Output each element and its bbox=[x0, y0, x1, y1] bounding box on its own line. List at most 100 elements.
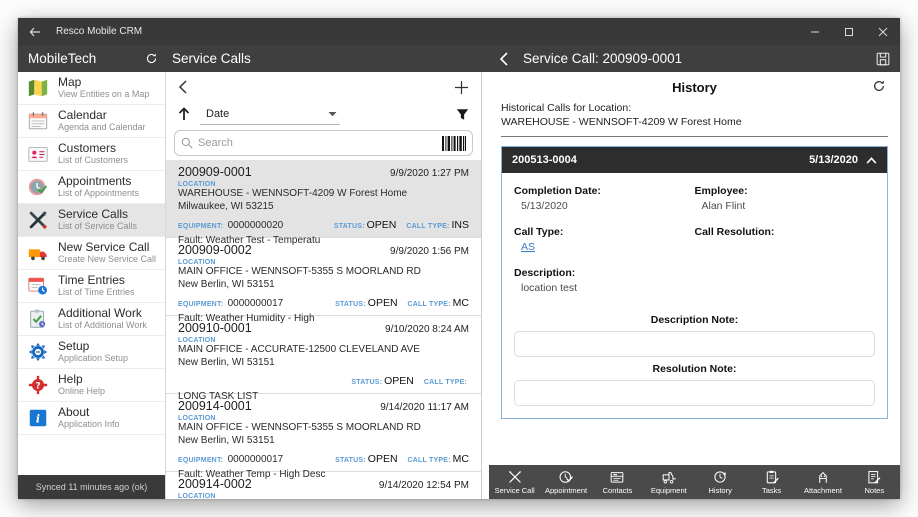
call-id: 200914-0001 bbox=[178, 399, 252, 413]
save-button[interactable] bbox=[876, 52, 890, 66]
sidebar-item-calendar[interactable]: CalendarAgenda and Calendar bbox=[18, 105, 165, 138]
sort-up-arrow-icon bbox=[178, 107, 190, 121]
sidebar-item-label: Service Calls bbox=[58, 208, 137, 221]
toolbar-label: Service Call bbox=[495, 486, 535, 495]
service-call-row[interactable]: 200909-00019/9/2020 1:27 PM LOCATION WAR… bbox=[166, 160, 481, 238]
sidebar-item-service-calls[interactable]: Service CallsList of Service Calls bbox=[18, 204, 165, 237]
sidebar-item-new-service-call[interactable]: New Service CallCreate New Service Call bbox=[18, 237, 165, 270]
filter-button[interactable] bbox=[456, 108, 469, 121]
sync-refresh-button[interactable] bbox=[145, 52, 158, 65]
window-title: Resco Mobile CRM bbox=[56, 26, 798, 37]
service-call-row[interactable]: 200910-00019/10/2020 8:24 AM LOCATION MA… bbox=[166, 316, 481, 394]
search-input[interactable] bbox=[198, 137, 442, 149]
panel-gutter bbox=[482, 72, 489, 499]
toolbar-appointment[interactable]: Appointment bbox=[540, 465, 591, 499]
status-value: OPEN bbox=[384, 375, 414, 387]
service-call-tools-icon bbox=[507, 469, 523, 485]
sidebar-item-map[interactable]: MapView Entities on a Map bbox=[18, 72, 165, 105]
history-refresh-button[interactable] bbox=[872, 79, 886, 93]
description-note-input[interactable] bbox=[514, 331, 875, 357]
call-datetime: 9/9/2020 1:27 PM bbox=[390, 168, 469, 179]
close-button[interactable] bbox=[866, 18, 900, 45]
add-service-call-button[interactable] bbox=[454, 80, 469, 95]
search-icon bbox=[181, 137, 193, 149]
sidebar-item-sublabel: View Entities on a Map bbox=[58, 89, 149, 100]
toolbar-label: Appointment bbox=[545, 486, 587, 495]
main-area: MapView Entities on a Map CalendarAgenda… bbox=[18, 72, 900, 499]
app-window: Resco Mobile CRM MobileTech Service Call… bbox=[18, 18, 900, 499]
sidebar-item-sublabel: Online Help bbox=[58, 386, 105, 397]
toolbar-label: Tasks bbox=[762, 486, 781, 495]
sort-field-value: Date bbox=[206, 108, 229, 120]
call-datetime: 9/10/2020 8:24 AM bbox=[385, 324, 469, 335]
service-calls-list-panel: Date 200909-0001 9/9/2020 1:27 PM LOCATIO… bbox=[166, 72, 482, 499]
toolbar-history[interactable]: History bbox=[695, 465, 746, 499]
minimize-button[interactable] bbox=[798, 18, 832, 45]
barcode-scan-icon[interactable] bbox=[442, 136, 466, 151]
equipment-forklift-icon bbox=[661, 469, 677, 485]
service-call-row[interactable]: 200914-00019/14/2020 11:17 AM LOCATION M… bbox=[166, 394, 481, 472]
toolbar-attachment[interactable]: Attachment bbox=[797, 465, 848, 499]
sidebar-item-customers[interactable]: CustomersList of Customers bbox=[18, 138, 165, 171]
chevron-up-icon bbox=[866, 157, 877, 164]
status-label: STATUS: bbox=[335, 301, 366, 308]
refresh-icon bbox=[872, 79, 886, 93]
location-label: LOCATION bbox=[178, 181, 469, 188]
list-header bbox=[166, 72, 481, 102]
sidebar-item-label: Setup bbox=[58, 340, 128, 353]
sidebar-item-time-entries[interactable]: Time EntriesList of Time Entries bbox=[18, 270, 165, 303]
detail-toolbar: Service Call Appointment Contacts Equipm… bbox=[489, 465, 900, 499]
historical-calls-location: WAREHOUSE - WENNSOFT-4209 W Forest Home bbox=[501, 116, 888, 130]
history-card-body: Completion Date: 5/13/2020 Employee: Ala… bbox=[502, 173, 887, 418]
call-type-label: CALL TYPE: bbox=[424, 379, 467, 386]
sidebar-item-label: Help bbox=[58, 373, 105, 386]
appointments-icon bbox=[27, 176, 49, 198]
sidebar-item-setup[interactable]: SetupApplication Setup bbox=[18, 336, 165, 369]
call-city: New Berlin, WI 53151 bbox=[178, 279, 469, 292]
location-label: LOCATION bbox=[178, 493, 469, 499]
sidebar-item-additional-work[interactable]: Additional WorkList of Additional Work bbox=[18, 303, 165, 336]
chevron-down-icon bbox=[328, 111, 337, 117]
toolbar-equipment[interactable]: Equipment bbox=[643, 465, 694, 499]
sidebar-item-about[interactable]: i AboutApplication Info bbox=[18, 402, 165, 435]
sidebar-item-help[interactable]: ? HelpOnline Help bbox=[18, 369, 165, 402]
history-card-header[interactable]: 200513-0004 5/13/2020 bbox=[502, 147, 887, 173]
sidebar-item-appointments[interactable]: AppointmentsList of Appointments bbox=[18, 171, 165, 204]
sidebar-item-sublabel: List of Appointments bbox=[58, 188, 139, 199]
minimize-icon bbox=[810, 27, 820, 37]
titlebar-back-button[interactable] bbox=[18, 18, 52, 45]
call-type-label: CALL TYPE: bbox=[408, 457, 451, 464]
service-call-row[interactable]: 200909-00029/9/2020 1:56 PM LOCATION MAI… bbox=[166, 238, 481, 316]
svg-text:?: ? bbox=[35, 381, 40, 391]
maximize-button[interactable] bbox=[832, 18, 866, 45]
toolbar-tasks[interactable]: Tasks bbox=[746, 465, 797, 499]
call-resolution-value bbox=[695, 241, 876, 253]
plus-icon bbox=[454, 80, 469, 95]
sort-field-dropdown[interactable]: Date bbox=[200, 103, 340, 125]
call-resolution-label: Call Resolution: bbox=[695, 226, 876, 238]
sort-ascending-button[interactable] bbox=[178, 107, 190, 121]
employee-label: Employee: bbox=[695, 185, 876, 197]
status-label: STATUS: bbox=[334, 223, 365, 230]
detail-back-button[interactable] bbox=[499, 52, 509, 66]
call-type-link[interactable]: AS bbox=[521, 241, 535, 253]
location-label: LOCATION bbox=[178, 259, 469, 266]
tasks-clipboard-icon bbox=[764, 469, 780, 485]
sidebar-item-sublabel: Agenda and Calendar bbox=[58, 122, 146, 133]
location-label: LOCATION bbox=[178, 415, 469, 422]
call-id: 200909-0002 bbox=[178, 243, 252, 257]
resolution-note-input[interactable] bbox=[514, 380, 875, 406]
detail-title: Service Call: 200909-0001 bbox=[523, 51, 876, 66]
toolbar-service-call[interactable]: Service Call bbox=[489, 465, 540, 499]
toolbar-notes[interactable]: Notes bbox=[849, 465, 900, 499]
service-calls-icon bbox=[27, 209, 49, 231]
status-value: OPEN bbox=[367, 219, 397, 231]
call-city: New Berlin, WI 53151 bbox=[178, 435, 469, 448]
call-address: MAIN OFFICE - ACCURATE-12500 CLEVELAND A… bbox=[178, 344, 469, 357]
toolbar-contacts[interactable]: Contacts bbox=[592, 465, 643, 499]
list-back-button[interactable] bbox=[178, 80, 188, 94]
nav-bar: MobileTech Service Calls Service Call: 2… bbox=[18, 45, 900, 72]
app-name[interactable]: MobileTech bbox=[28, 51, 96, 66]
call-id: 200909-0001 bbox=[178, 165, 252, 179]
call-address: MAIN OFFICE - WENNSOFT-5355 S MOORLAND R… bbox=[178, 422, 469, 435]
